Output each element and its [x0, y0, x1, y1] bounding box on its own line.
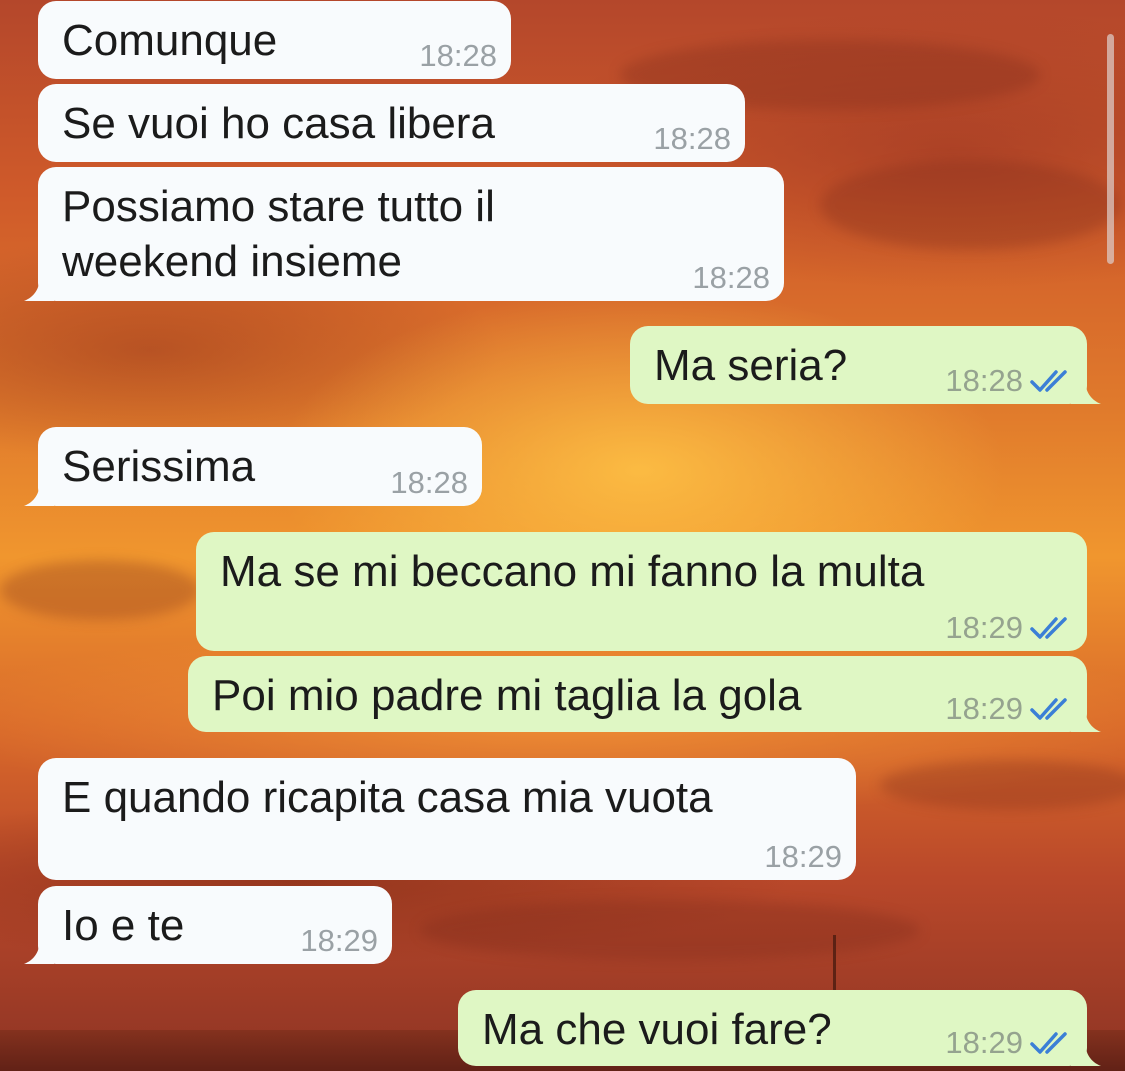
double-check-read-icon — [1030, 617, 1067, 639]
message-meta: 18:29 — [945, 692, 1073, 726]
message-bubble-outgoing[interactable]: Poi mio padre mi taglia la gola 18:29 — [188, 656, 1101, 732]
double-check-read-icon — [1030, 698, 1067, 720]
message-text: Poi mio padre mi taglia la gola — [212, 671, 802, 720]
message-meta: 18:28 — [653, 122, 731, 156]
message-text: E quando ricapita casa mia vuota — [62, 773, 713, 822]
message-meta: 18:28 — [945, 364, 1073, 398]
message-time: 18:29 — [764, 839, 842, 874]
message-bubble-outgoing[interactable]: Ma se mi beccano mi fanno la multa 18:29 — [196, 532, 1087, 651]
message-time: 18:28 — [692, 260, 770, 295]
message-time: 18:28 — [419, 38, 497, 73]
message-time: 18:29 — [300, 923, 378, 958]
message-meta: 18:28 — [390, 466, 468, 500]
message-bubble-incoming[interactable]: Possiamo stare tutto il weekend insieme … — [24, 167, 784, 301]
message-text: Se vuoi ho casa libera — [62, 99, 495, 148]
double-check-read-icon — [1030, 370, 1067, 392]
message-text: Ma se mi beccano mi fanno la multa — [220, 547, 925, 596]
message-bubble-outgoing[interactable]: Ma che vuoi fare? 18:29 — [458, 990, 1101, 1066]
message-meta: 18:29 — [945, 611, 1073, 645]
message-text: Possiamo stare tutto il weekend insieme — [62, 182, 495, 286]
message-meta: 18:29 — [945, 1026, 1073, 1060]
wallpaper-cloud — [0, 560, 200, 620]
bubble-tail-icon — [1071, 706, 1101, 732]
message-meta: 18:28 — [692, 261, 770, 295]
wallpaper-cloud — [820, 160, 1120, 250]
message-time: 18:28 — [653, 121, 731, 156]
message-bubble-incoming[interactable]: E quando ricapita casa mia vuota 18:29 — [38, 758, 856, 880]
message-time: 18:29 — [945, 610, 1023, 645]
message-meta: 18:29 — [764, 840, 842, 874]
bubble-tail-icon — [24, 275, 54, 301]
message-bubble-incoming[interactable]: Se vuoi ho casa libera 18:28 — [38, 84, 745, 162]
message-bubble-incoming[interactable]: Io e te 18:29 — [24, 886, 392, 964]
bubble-tail-icon — [24, 480, 54, 506]
bubble-tail-icon — [24, 938, 54, 964]
message-meta: 18:29 — [300, 924, 378, 958]
message-bubble-incoming[interactable]: Serissima 18:28 — [24, 427, 482, 506]
message-meta: 18:28 — [419, 39, 497, 73]
message-time: 18:29 — [945, 691, 1023, 726]
wallpaper-cloud — [420, 900, 920, 960]
wallpaper-cloud — [880, 760, 1125, 810]
message-time: 18:28 — [390, 465, 468, 500]
double-check-read-icon — [1030, 1032, 1067, 1054]
message-time: 18:29 — [945, 1025, 1023, 1060]
bubble-tail-icon — [1071, 378, 1101, 404]
scrollbar[interactable] — [1107, 34, 1114, 264]
bubble-tail-icon — [1071, 1040, 1101, 1066]
message-time: 18:28 — [945, 363, 1023, 398]
message-bubble-incoming[interactable]: Comunque 18:28 — [38, 1, 511, 79]
message-bubble-outgoing[interactable]: Ma seria? 18:28 — [630, 326, 1101, 404]
